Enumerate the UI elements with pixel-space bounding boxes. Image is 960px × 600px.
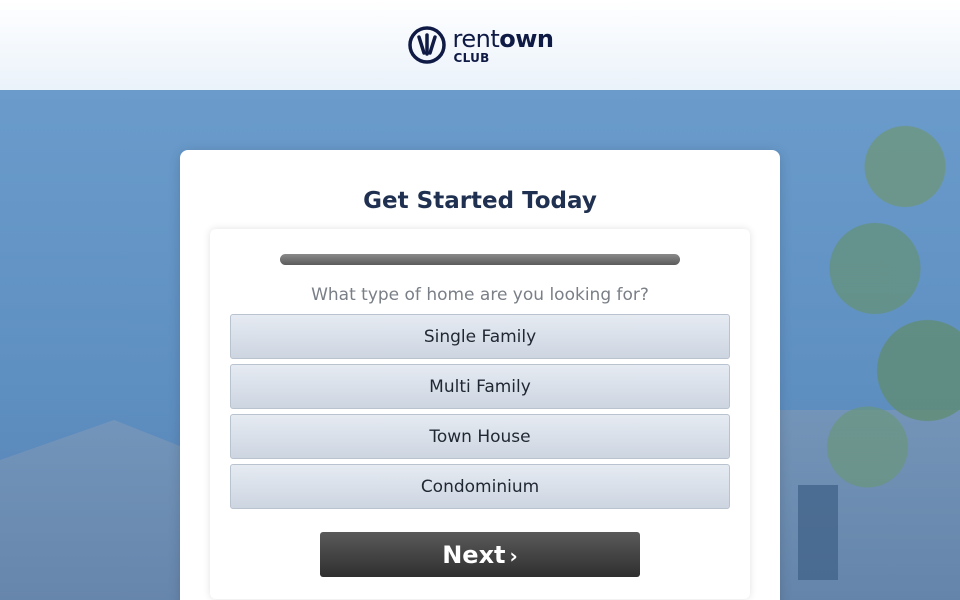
option-single-family[interactable]: Single Family xyxy=(230,314,730,359)
logo-wordmark: rentown xyxy=(453,27,554,51)
home-type-options: Single Family Multi Family Town House Co… xyxy=(230,314,730,514)
tree-image xyxy=(815,90,960,600)
rentown-logo-icon xyxy=(407,26,446,64)
card-title: Get Started Today xyxy=(363,188,597,214)
option-town-house[interactable]: Town House xyxy=(230,414,730,459)
chevron-right-icon: › xyxy=(509,543,518,568)
next-button-label: Next xyxy=(442,540,506,569)
progress-bar xyxy=(280,254,680,265)
site-header: rentown CLUB xyxy=(0,0,960,90)
logo-subtitle: CLUB xyxy=(453,50,490,65)
logo-word-rent: rent xyxy=(452,24,500,53)
house-left-image xyxy=(0,420,190,600)
option-multi-family[interactable]: Multi Family xyxy=(230,364,730,409)
logo-text: rentown CLUB xyxy=(453,27,554,64)
logo-word-own: own xyxy=(499,24,554,53)
progress-bar-fill xyxy=(280,254,680,265)
question-text: What type of home are you looking for? xyxy=(311,285,649,305)
rentown-logo[interactable]: rentown CLUB xyxy=(407,25,554,65)
option-condominium[interactable]: Condominium xyxy=(230,464,730,509)
question-panel: What type of home are you looking for? S… xyxy=(210,229,750,599)
next-button[interactable]: Next › xyxy=(320,532,640,577)
get-started-card: Get Started Today What type of home are … xyxy=(180,150,780,600)
